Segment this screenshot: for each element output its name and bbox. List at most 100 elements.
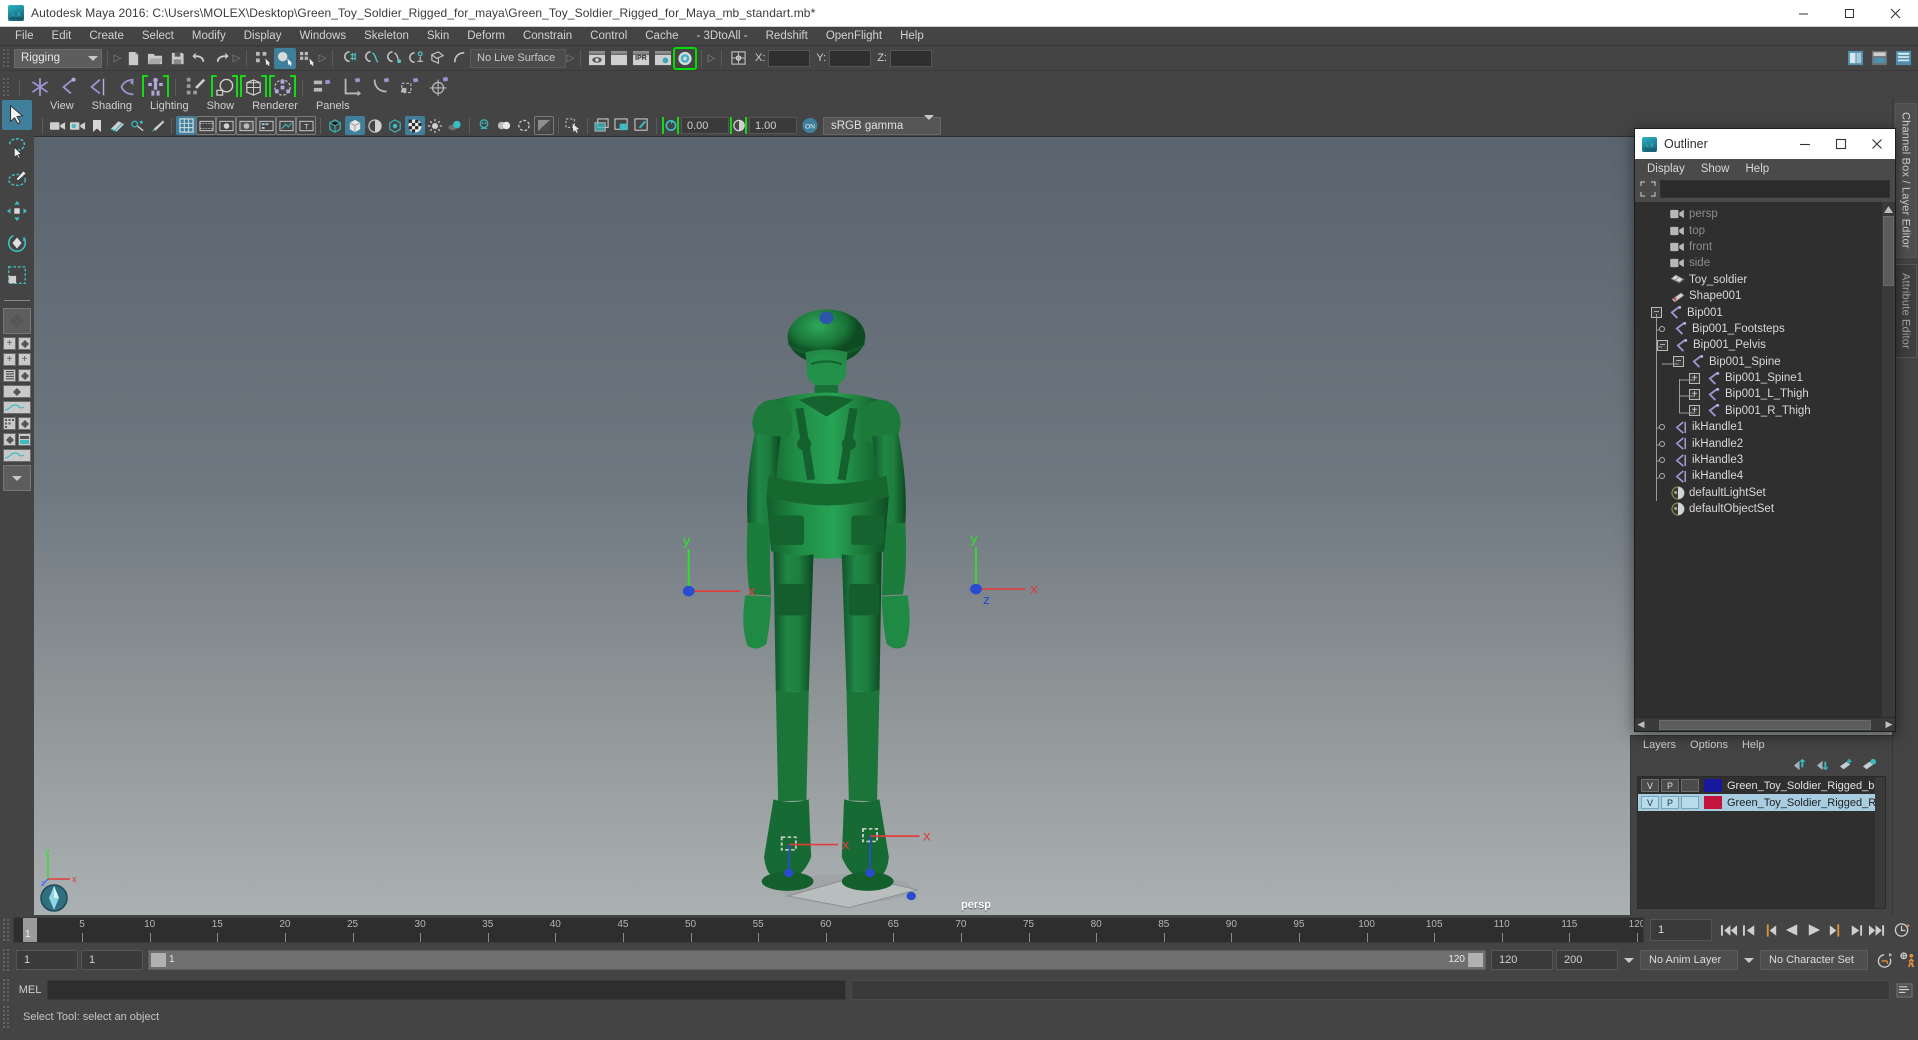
redo-icon[interactable]: [210, 48, 232, 69]
redo-render-icon[interactable]: [608, 48, 630, 69]
text-overlay-icon[interactable]: T: [296, 116, 316, 135]
step-back-key-icon[interactable]: [1740, 920, 1760, 940]
frame-selection-icon[interactable]: [1640, 180, 1657, 198]
move-layer-up-icon[interactable]: [1791, 756, 1809, 774]
script-editor-icon[interactable]: [1894, 980, 1914, 1000]
playback-start-time-field[interactable]: 1: [81, 950, 143, 970]
layout-single-pane-button[interactable]: [3, 308, 31, 334]
toolbar-collapse-icon[interactable]: ▷: [113, 50, 122, 67]
menu-skeleton[interactable]: Skeleton: [355, 27, 418, 45]
menu-deform[interactable]: Deform: [458, 27, 514, 45]
use-default-material-icon[interactable]: [385, 116, 405, 135]
show-hide-attribute-editor-icon[interactable]: [1892, 48, 1914, 69]
show-hide-channel-box-icon[interactable]: [1844, 48, 1866, 69]
outliner-item-bip001-r-thigh[interactable]: + Bip001_R_Thigh: [1635, 403, 1895, 419]
expand-collapse-toggle[interactable]: −: [1657, 339, 1668, 351]
time-slider-track[interactable]: 1 5 10 15 20 25 30 35 40 45 50 55 60 65 70 75 80 85 90 95 1…: [13, 917, 1644, 943]
film-gate-icon[interactable]: [196, 116, 216, 135]
layout-hypershade-persp[interactable]: [18, 417, 31, 430]
menu-select[interactable]: Select: [133, 27, 183, 45]
menu-skin[interactable]: Skin: [418, 27, 458, 45]
layer-menu-options[interactable]: Options: [1684, 738, 1734, 752]
select-tool-icon[interactable]: [2, 100, 32, 130]
layout-dope-sheet[interactable]: [3, 449, 31, 462]
outliner-item-side[interactable]: side: [1635, 255, 1895, 271]
panel-menu-panels[interactable]: Panels: [308, 99, 358, 113]
rotate-tool-icon[interactable]: [2, 228, 32, 258]
new-scene-icon[interactable]: [122, 48, 144, 69]
camera-attributes-icon[interactable]: [67, 116, 87, 135]
snap-to-curve-icon[interactable]: [360, 48, 382, 69]
color-management-toggle-icon[interactable]: ON: [800, 116, 820, 135]
z-coord-input[interactable]: [889, 49, 932, 67]
menu-openflight[interactable]: OpenFlight: [817, 27, 891, 45]
render-region-icon[interactable]: [612, 116, 632, 135]
panel-menu-lighting[interactable]: Lighting: [142, 99, 197, 113]
layout-more-button[interactable]: [3, 465, 31, 491]
outliner-item-bip001-pelvis[interactable]: − Bip001_Pelvis: [1635, 337, 1895, 353]
image-plane-icon[interactable]: [107, 116, 127, 135]
help-line-grip[interactable]: [2, 1005, 11, 1029]
step-forward-key-icon[interactable]: [1845, 920, 1865, 940]
grease-pencil-icon[interactable]: [147, 116, 167, 135]
render-collapse-icon[interactable]: ▷: [707, 50, 716, 67]
layout-graph-editor[interactable]: [3, 401, 31, 414]
outliner-item-bip001-l-thigh[interactable]: + Bip001_L_Thigh: [1635, 386, 1895, 402]
command-input[interactable]: [47, 980, 847, 1000]
select-by-object-type-icon[interactable]: [274, 47, 296, 69]
menu-display[interactable]: Display: [235, 27, 291, 45]
step-forward-frame-icon[interactable]: [1824, 920, 1844, 940]
play-forwards-icon[interactable]: [1803, 920, 1823, 940]
layer-menu-layers[interactable]: Layers: [1637, 738, 1682, 752]
move-layer-down-icon[interactable]: [1814, 756, 1832, 774]
range-left-handle[interactable]: [151, 953, 166, 967]
create-layer-from-selected-icon[interactable]: [1860, 756, 1878, 774]
ipr-render-icon[interactable]: IPR: [630, 48, 652, 69]
outliner-item-ikhandle2[interactable]: ikHandle2: [1635, 435, 1895, 451]
create-new-layer-icon[interactable]: [1837, 756, 1855, 774]
use-all-lights-icon[interactable]: [425, 116, 445, 135]
exposure-reset-icon[interactable]: [661, 116, 681, 135]
time-slider-grip[interactable]: [2, 918, 11, 942]
tab-channel-box-layer-editor[interactable]: Channel Box / Layer Editor: [1894, 103, 1917, 258]
save-scene-icon[interactable]: [166, 48, 188, 69]
range-right-handle[interactable]: [1468, 953, 1483, 967]
layer-color-swatch[interactable]: [1704, 796, 1722, 809]
menu-set-selector[interactable]: Rigging: [14, 48, 102, 68]
outliner-menu-show[interactable]: Show: [1693, 162, 1738, 176]
make-live-icon[interactable]: [448, 48, 470, 69]
outliner-horizontal-scrollbar[interactable]: ◀ ▶: [1635, 717, 1895, 731]
animation-end-time-field[interactable]: 200: [1556, 950, 1618, 970]
gate-mask-icon[interactable]: [236, 116, 256, 135]
layout-pane-d[interactable]: +: [18, 353, 31, 366]
grid-toggle-icon[interactable]: [176, 116, 196, 135]
selmode-collapse-icon[interactable]: ▷: [318, 50, 327, 67]
render-current-frame-icon[interactable]: [586, 48, 608, 69]
panel-menu-shading[interactable]: Shading: [84, 99, 140, 113]
layout-outliner-pane[interactable]: [3, 369, 16, 382]
twopointfive-d-icon[interactable]: [127, 116, 147, 135]
outliner-close-button[interactable]: [1859, 129, 1895, 159]
expand-collapse-toggle[interactable]: +: [1689, 372, 1700, 384]
outliner-item-front[interactable]: front: [1635, 239, 1895, 255]
layout-pane-a[interactable]: +: [3, 337, 16, 350]
outliner-item-default-object-set[interactable]: defaultObjectSet: [1635, 501, 1895, 517]
anim-layer-selector[interactable]: No Anim Layer: [1640, 950, 1738, 970]
show-hide-layer-editor-icon[interactable]: [1868, 48, 1890, 69]
menu-file[interactable]: File: [6, 27, 43, 45]
wireframe-shading-icon[interactable]: [325, 116, 345, 135]
resolution-gate-icon[interactable]: [216, 116, 236, 135]
outliner-item-ikhandle1[interactable]: ikHandle1: [1635, 419, 1895, 435]
expand-collapse-toggle[interactable]: +: [1689, 388, 1700, 400]
outliner-item-top[interactable]: top: [1635, 222, 1895, 238]
auto-keyframe-toggle-icon[interactable]: [1875, 950, 1895, 970]
xray-active-components-icon[interactable]: [514, 116, 534, 135]
scroll-up-arrow-icon[interactable]: [1883, 204, 1894, 215]
outliner-menu-display[interactable]: Display: [1639, 162, 1693, 176]
outliner-item-bip001-spine1[interactable]: + Bip001_Spine1: [1635, 370, 1895, 386]
expand-collapse-toggle[interactable]: −: [1673, 356, 1684, 368]
texture-display-icon[interactable]: [405, 116, 425, 135]
paint-select-tool-icon[interactable]: [2, 164, 32, 194]
layer-list-scrollbar[interactable]: [1875, 777, 1885, 908]
layout-mixed-panel[interactable]: [18, 433, 31, 446]
